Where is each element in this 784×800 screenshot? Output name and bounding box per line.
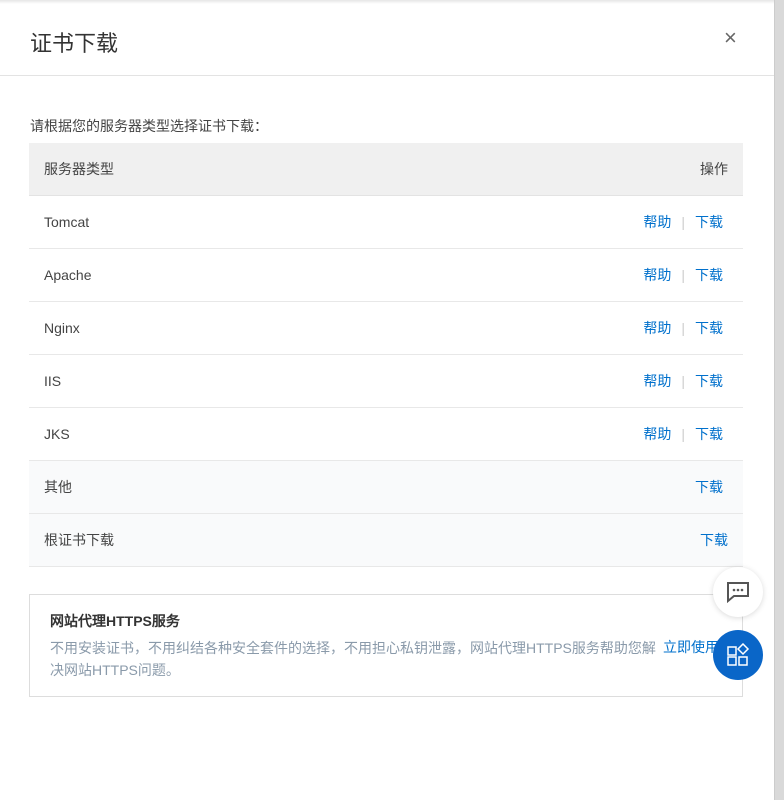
header-server-type: 服务器类型 [44,161,114,177]
row-actions: 帮助 | 下载 [643,371,723,391]
help-link[interactable]: 帮助 [643,318,671,338]
help-link[interactable]: 帮助 [643,371,671,391]
row-actions: 下载 [695,477,723,497]
separator: | [681,373,685,389]
table-header: 服务器类型 操作 [29,143,743,196]
row-actions: 帮助 | 下载 [643,212,723,232]
download-link[interactable]: 下载 [695,212,723,232]
table-row: 其他 下载 [29,461,743,514]
row-actions: 帮助 | 下载 [643,265,723,285]
table-row: Apache 帮助 | 下载 [29,249,743,302]
download-link[interactable]: 下载 [700,530,728,550]
chat-icon [727,582,749,603]
chat-button[interactable] [713,567,763,617]
download-link[interactable]: 下载 [695,424,723,444]
server-type: Tomcat [44,214,90,230]
apps-button[interactable] [713,630,763,680]
server-type: 其他 [44,479,72,495]
server-type-table: 服务器类型 操作 Tomcat 帮助 | 下载 Apache 帮助 | 下载 Nginx 帮助 | 下… [29,143,743,567]
separator: | [681,320,685,336]
apps-icon [727,643,750,666]
promo-text: 不用安装证书，不用纠结各种安全套件的选择，不用担心私钥泄露，网站代理HTTPS服… [50,640,656,678]
table-row: Nginx 帮助 | 下载 [29,302,743,355]
server-type: IIS [44,373,62,389]
table-row: Tomcat 帮助 | 下载 [29,196,743,249]
https-proxy-promo: 网站代理HTTPS服务 不用安装证书，不用纠结各种安全套件的选择，不用担心私钥泄… [29,594,743,697]
help-link[interactable]: 帮助 [643,265,671,285]
close-icon[interactable]: × [724,27,737,49]
separator: | [681,267,685,283]
scrollbar[interactable] [774,0,784,800]
separator: | [681,214,685,230]
intro-text: 请根据您的服务器类型选择证书下载： [30,118,268,134]
help-link[interactable]: 帮助 [643,424,671,444]
table-row: JKS 帮助 | 下载 [29,408,743,461]
row-actions: 帮助 | 下载 [643,318,723,338]
download-link[interactable]: 下载 [695,265,723,285]
row-actions: 下载 [700,530,728,550]
server-type: 根证书下载 [44,532,114,548]
server-type: JKS [44,426,70,442]
promo-title: 网站代理HTTPS服务 [50,613,180,629]
download-link[interactable]: 下载 [695,318,723,338]
server-type: Apache [44,267,92,283]
use-now-link[interactable]: 立即使用 [663,637,719,657]
server-type: Nginx [44,320,80,336]
download-link[interactable]: 下载 [695,371,723,391]
download-link[interactable]: 下载 [695,477,723,497]
row-actions: 帮助 | 下载 [643,424,723,444]
table-row: 根证书下载 下载 [29,514,743,567]
table-row: IIS 帮助 | 下载 [29,355,743,408]
separator: | [681,426,685,442]
header-actions: 操作 [700,161,728,177]
dialog-header: 证书下载 × [0,0,774,76]
dialog-title: 证书下载 [30,31,119,56]
help-link[interactable]: 帮助 [643,212,671,232]
